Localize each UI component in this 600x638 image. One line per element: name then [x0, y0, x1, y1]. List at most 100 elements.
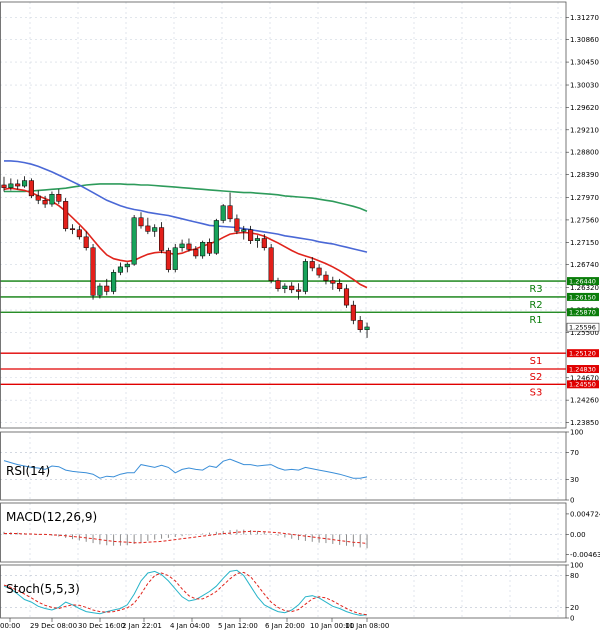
price-tick-label: 1.30450 [570, 59, 599, 67]
candle-body-down [83, 236, 89, 249]
level-name-s3: S3 [530, 387, 543, 398]
time-axis: 00:00 29 Dec 08:00 30 Dec 16:002 Jan 22:01… [0, 618, 389, 630]
candle-body-down [63, 201, 69, 229]
candle-body-down [104, 285, 110, 292]
candle-body-up [364, 326, 370, 330]
candle [213, 218, 219, 255]
candle-body-down [1, 184, 7, 188]
grid [0, 2, 566, 618]
candle [316, 264, 322, 278]
time-tick-label: 4 Jan 04:00 [170, 622, 210, 630]
stoch-tick-label: 0 [570, 615, 574, 623]
level-tag-text-r3: 1.26440 [569, 277, 596, 285]
level-tag-text-s1: 1.25120 [569, 350, 596, 358]
rsi-tick-label: 100 [570, 429, 583, 437]
current-price-tag-text: 1.25596 [569, 324, 596, 332]
candle [282, 283, 288, 294]
panel-labels: RSI(14) MACD(12,26,9) Stoch(5,5,3) [6, 464, 97, 596]
time-tick-label: 29 Dec 08:00 [30, 622, 77, 630]
candle-body-up [241, 229, 247, 232]
level-name-s1: S1 [530, 356, 543, 367]
candle [302, 258, 308, 295]
level-name-r3: R3 [529, 284, 542, 295]
rsi-line [3, 458, 368, 479]
candle-body-down [343, 288, 350, 306]
candle [138, 212, 144, 229]
candle-body-down [28, 180, 34, 197]
candle [323, 271, 329, 285]
time-tick-label: 00:00 [0, 622, 20, 630]
level-name-r2: R2 [529, 300, 542, 311]
candle-body-up [282, 285, 288, 289]
indicator-series [0, 452, 566, 616]
candle-body-up [117, 266, 124, 273]
candle [364, 322, 370, 338]
candle [350, 300, 356, 325]
rsi-tick-label: 0 [570, 497, 574, 505]
price-axis: 1.31270 1.30860 1.30450 1.30030 1.29620 1.292… [566, 14, 600, 623]
candle [179, 239, 185, 252]
candle [35, 190, 41, 205]
candle-body-up [22, 180, 28, 187]
level-tag-text-s2: 1.24830 [569, 365, 596, 373]
price-tick-label: 1.31270 [570, 14, 599, 22]
candle [172, 243, 178, 273]
candle [227, 192, 233, 223]
price-tick-label: 1.26740 [570, 261, 599, 269]
candle [289, 282, 295, 294]
candle-body-down [145, 225, 151, 232]
price-tick-label: 1.29620 [570, 104, 599, 112]
price-tick-label: 1.30030 [570, 82, 599, 90]
candle [343, 284, 350, 308]
price-tick-label: 1.27150 [570, 239, 599, 247]
candle-body-down [69, 228, 76, 230]
level-tag-text-s3: 1.24550 [569, 381, 596, 389]
price-series [1, 160, 370, 338]
support-resistance-levels: R3 R2 R1 S1 S2 S3 [0, 280, 566, 398]
time-tick-label: 11 Jan 08:00 [345, 622, 389, 630]
candle [200, 240, 206, 259]
candle-body-down [268, 247, 274, 281]
candle [165, 247, 171, 273]
candle-body-down [76, 229, 82, 238]
time-tick-label: 5 Jan 12:00 [218, 622, 258, 630]
time-tick-label: 2 Jan 22:01 [122, 622, 162, 630]
candle [357, 316, 363, 333]
time-tick-label: 30 Dec 16:00 [78, 622, 125, 630]
candle-body-up [8, 183, 14, 188]
price-tick-label: 1.29210 [570, 126, 599, 134]
candle [90, 243, 96, 300]
candle-body-down [350, 304, 356, 321]
candle-body-down [248, 229, 254, 241]
candle [117, 262, 124, 276]
candle-body-down [193, 249, 199, 257]
candle-body-up [200, 242, 206, 257]
candle-body-down [330, 280, 336, 284]
candle [97, 283, 103, 299]
candle [111, 269, 117, 295]
candle [206, 238, 213, 256]
rsi-tick-label: 30 [570, 476, 579, 484]
candle [131, 215, 137, 266]
candle [152, 224, 158, 237]
rsi-label: RSI(14) [6, 464, 50, 478]
candle-body-down [323, 274, 329, 281]
stoch-tick-label: 20 [570, 604, 579, 612]
candle-body-down [56, 193, 62, 202]
price-tick-label: 1.23850 [570, 419, 599, 427]
candle [275, 277, 281, 292]
candle-body-up [254, 238, 260, 241]
macd-tick-label: 0.00 [570, 531, 586, 539]
price-tick-label: 1.28800 [570, 149, 599, 157]
candle [56, 189, 62, 205]
macd-tick-label: 0.004724 [570, 510, 600, 518]
candle [49, 191, 55, 207]
candle-body-down [35, 195, 41, 201]
candle-body-up [49, 193, 55, 205]
candle-body-up [302, 261, 308, 292]
candle-body-down [165, 250, 171, 270]
candle-body-up [172, 247, 178, 270]
stoch-tick-label: 80 [570, 572, 579, 580]
level-name-s2: S2 [530, 372, 543, 383]
candle-body-up [124, 263, 130, 268]
